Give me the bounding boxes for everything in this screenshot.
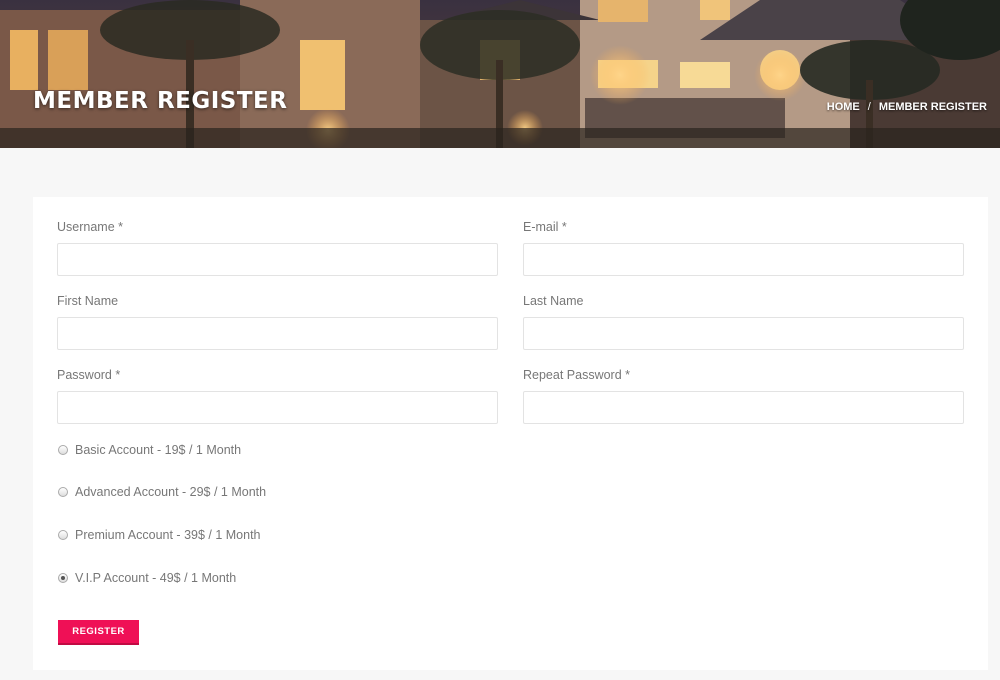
plan-option-vip[interactable]: V.I.P Account - 49$ / 1 Month	[58, 571, 236, 585]
password-input[interactable]	[57, 391, 498, 424]
email-label: E-mail *	[523, 220, 567, 234]
plan-option-premium[interactable]: Premium Account - 39$ / 1 Month	[58, 528, 261, 542]
hero-banner: MEMBER REGISTER HOME / MEMBER REGISTER	[0, 0, 1000, 148]
hero-house-image	[0, 0, 1000, 148]
breadcrumb-current: MEMBER REGISTER	[878, 101, 987, 113]
plan-radio-advanced[interactable]	[58, 487, 68, 497]
plan-radio-vip[interactable]	[58, 573, 68, 583]
first-name-input[interactable]	[57, 317, 498, 350]
plan-option-advanced[interactable]: Advanced Account - 29$ / 1 Month	[58, 485, 266, 499]
register-form: Username * E-mail * First Name Last Name…	[33, 197, 988, 670]
plan-radio-basic[interactable]	[58, 445, 68, 455]
plan-option-basic[interactable]: Basic Account - 19$ / 1 Month	[58, 443, 241, 457]
last-name-input[interactable]	[523, 317, 964, 350]
breadcrumb: HOME / MEMBER REGISTER	[827, 101, 987, 113]
plan-label-premium: Premium Account - 39$ / 1 Month	[75, 528, 261, 542]
plan-radio-premium[interactable]	[58, 530, 68, 540]
last-name-label: Last Name	[523, 294, 584, 308]
email-input[interactable]	[523, 243, 964, 276]
password-label: Password *	[57, 368, 121, 382]
page-title: MEMBER REGISTER	[33, 88, 288, 114]
breadcrumb-separator: /	[867, 101, 871, 113]
first-name-label: First Name	[57, 294, 119, 308]
breadcrumb-home-link[interactable]: HOME	[827, 101, 860, 113]
username-label: Username *	[57, 220, 123, 234]
plan-label-advanced: Advanced Account - 29$ / 1 Month	[75, 485, 267, 499]
repeat-password-input[interactable]	[523, 391, 964, 424]
register-button[interactable]: REGISTER	[58, 620, 139, 645]
plan-label-basic: Basic Account - 19$ / 1 Month	[75, 443, 242, 457]
username-input[interactable]	[57, 243, 498, 276]
repeat-password-label: Repeat Password *	[523, 368, 631, 382]
plan-label-vip: V.I.P Account - 49$ / 1 Month	[75, 571, 237, 585]
